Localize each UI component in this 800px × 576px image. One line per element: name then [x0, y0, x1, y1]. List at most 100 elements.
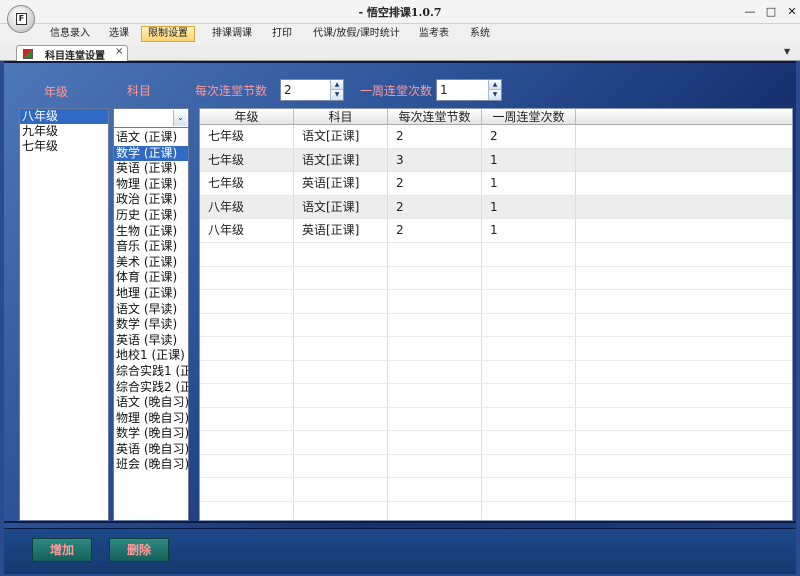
subject-item[interactable]: 物理 (正课)	[114, 177, 188, 193]
subject-item[interactable]: 数学 (正课)	[114, 145, 188, 162]
subject-item[interactable]: 班会 (晚自习)	[114, 457, 188, 473]
table-cell: 七年级	[200, 125, 294, 148]
table-cell: 1	[482, 195, 576, 219]
table-row[interactable]: 八年级 语文[正课] 2 1	[200, 195, 792, 219]
column-header-per-week[interactable]: 一周连堂次数	[482, 109, 576, 125]
tab-label: 科目连堂设置	[45, 51, 105, 62]
grid-line	[200, 336, 792, 337]
grid-line	[200, 501, 792, 502]
grade-label: 年级	[44, 85, 69, 99]
grid-line	[293, 243, 294, 520]
grade-item[interactable]: 七年级	[20, 139, 108, 154]
table-row[interactable]: 七年级 语文[正课] 3 1	[200, 148, 792, 172]
menu-substitute-stats[interactable]: 代课/放假/课时统计	[307, 26, 406, 42]
table-row[interactable]: 八年级 英语[正课] 2 1	[200, 219, 792, 243]
subject-item[interactable]: 政治 (正课)	[114, 192, 188, 208]
subject-item[interactable]: 综合实践1 (正课)	[114, 364, 188, 380]
per-week-stepper[interactable]: 1 ▲ ▼	[436, 79, 502, 101]
spin-down-icon[interactable]: ▼	[330, 90, 343, 100]
subject-item[interactable]: 体育 (正课)	[114, 270, 188, 286]
subject-filter-combo[interactable]: ⌄	[113, 108, 189, 128]
grid-line	[200, 477, 792, 478]
subject-item[interactable]: 物理 (晚自习)	[114, 411, 188, 427]
table-cell: 七年级	[200, 148, 294, 172]
grid-line	[200, 360, 792, 361]
chevron-down-icon[interactable]: ⌄	[173, 110, 187, 126]
grid-line	[481, 243, 482, 520]
spin-up-icon[interactable]: ▲	[488, 80, 501, 90]
action-bar: 增加 删除	[4, 528, 796, 574]
subject-label: 科目	[127, 84, 152, 98]
grid-line	[200, 266, 792, 267]
menu-course-select[interactable]: 选课	[103, 26, 135, 42]
subject-item[interactable]: 语文 (正课)	[114, 130, 188, 146]
menu-invigilation[interactable]: 监考表	[413, 26, 455, 42]
column-header-grade[interactable]: 年级	[200, 109, 294, 125]
grade-item[interactable]: 八年级	[20, 109, 108, 124]
close-button[interactable]: ✕	[784, 4, 800, 20]
subject-item[interactable]: 美术 (正课)	[114, 255, 188, 271]
spin-down-icon[interactable]: ▼	[488, 90, 501, 100]
tab-consecutive-settings[interactable]: 科目连堂设置 ×	[16, 45, 128, 62]
spin-up-icon[interactable]: ▲	[330, 80, 343, 90]
grade-list[interactable]: 八年级 九年级 七年级	[19, 108, 109, 521]
subject-item[interactable]: 英语 (正课)	[114, 161, 188, 177]
grid-line	[200, 430, 792, 431]
table-cell: 3	[388, 148, 482, 172]
subject-item[interactable]: 数学 (早读)	[114, 317, 188, 333]
subject-list[interactable]: 语文 (正课) 数学 (正课) 英语 (正课) 物理 (正课) 政治 (正课) …	[113, 127, 189, 521]
subject-item[interactable]: 音乐 (正课)	[114, 239, 188, 255]
subject-item[interactable]: 历史 (正课)	[114, 208, 188, 224]
menu-bar: 信息录入 选课 限制设置 排课调课 打印 代课/放假/课时统计 监考表 系统	[0, 24, 800, 44]
column-header-filler	[576, 109, 792, 125]
subject-item[interactable]: 地校1 (正课)	[114, 348, 188, 364]
column-header-subject[interactable]: 科目	[294, 109, 388, 125]
add-button[interactable]: 增加	[32, 538, 92, 562]
subject-item[interactable]: 语文 (早读)	[114, 302, 188, 318]
table-row[interactable]: 七年级 英语[正课] 2 1	[200, 172, 792, 196]
subject-item[interactable]: 英语 (晚自习)	[114, 442, 188, 458]
menu-system[interactable]: 系统	[464, 26, 496, 42]
app-logo-letter: F	[16, 13, 27, 25]
tab-strip: 科目连堂设置 × ▼	[0, 44, 800, 62]
maximize-button[interactable]: □	[763, 4, 779, 20]
per-week-label: 一周连堂次数	[360, 84, 433, 98]
subject-item[interactable]: 生物 (正课)	[114, 224, 188, 240]
minimize-button[interactable]: —	[742, 4, 758, 20]
table-cell: 2	[388, 125, 482, 148]
table-cell: 语文[正课]	[294, 195, 388, 219]
delete-button[interactable]: 删除	[109, 538, 169, 562]
table-cell: 2	[482, 125, 576, 148]
menu-scheduling[interactable]: 排课调课	[206, 26, 258, 42]
table-cell: 1	[482, 148, 576, 172]
grid-icon	[23, 49, 33, 59]
app-logo-icon[interactable]: F	[7, 5, 35, 33]
tab-close-icon[interactable]: ×	[115, 46, 123, 57]
menu-print[interactable]: 打印	[266, 26, 298, 42]
subject-item[interactable]: 英语 (早读)	[114, 333, 188, 349]
column-header-per-session[interactable]: 每次连堂节数	[388, 109, 482, 125]
per-session-stepper[interactable]: 2 ▲ ▼	[280, 79, 344, 101]
table-cell: 语文[正课]	[294, 125, 388, 148]
main-panel: 年级 科目 每次连堂节数 2 ▲ ▼ 一周连堂次数 1 ▲ ▼ 八年级 九年级 …	[4, 61, 796, 528]
grid-line	[200, 407, 792, 408]
table-cell: 2	[388, 219, 482, 242]
consecutive-rules-table: 年级 科目 每次连堂节数 一周连堂次数 七年级 语文[正课] 2 2 七年级 语…	[199, 108, 793, 521]
grid-line	[200, 289, 792, 290]
menu-restrictions[interactable]: 限制设置	[141, 26, 195, 42]
table-cell: 八年级	[200, 195, 294, 219]
subject-item[interactable]: 地理 (正课)	[114, 286, 188, 302]
table-cell: 2	[388, 195, 482, 219]
tab-list-dropdown-icon[interactable]: ▼	[784, 47, 790, 56]
subject-item[interactable]: 综合实践2 (正课)	[114, 380, 188, 396]
table-cell: 1	[482, 219, 576, 242]
table-cell: 英语[正课]	[294, 219, 388, 242]
table-row[interactable]: 七年级 语文[正课] 2 2	[200, 125, 792, 149]
per-session-label: 每次连堂节数	[195, 84, 268, 98]
subject-item[interactable]: 语文 (晚自习)	[114, 395, 188, 411]
menu-info-entry[interactable]: 信息录入	[44, 26, 96, 42]
table-cell: 八年级	[200, 219, 294, 242]
grade-item[interactable]: 九年级	[20, 124, 108, 139]
subject-item[interactable]: 数学 (晚自习)	[114, 426, 188, 442]
window-title: - 悟空排课1.0.7	[358, 6, 442, 19]
